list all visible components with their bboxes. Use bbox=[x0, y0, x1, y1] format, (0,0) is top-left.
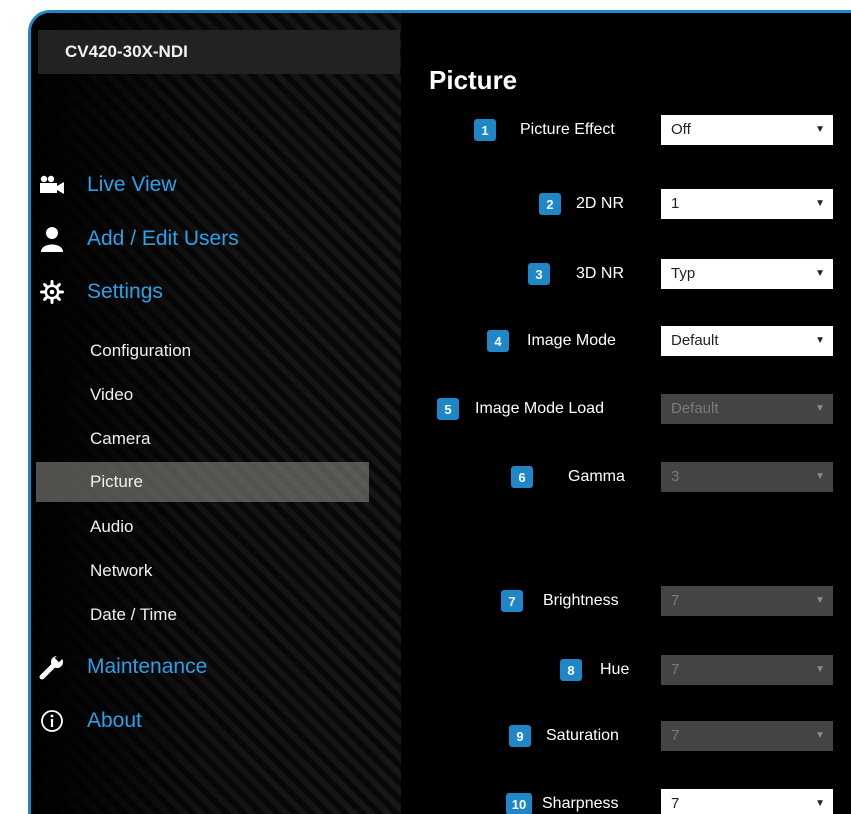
nav-sub-date-time[interactable]: Date / Time bbox=[36, 595, 369, 635]
dropdown-arrow-icon: ▼ bbox=[815, 335, 825, 346]
nav-live-view-label: Live View bbox=[87, 173, 177, 196]
info-icon bbox=[37, 707, 67, 735]
field-row-saturation: 9 Saturation 7 ▼ bbox=[401, 721, 851, 753]
nav-add-edit-users[interactable]: Add / Edit Users bbox=[31, 221, 391, 257]
field-row-brightness: 7 Brightness 7 ▼ bbox=[401, 586, 851, 618]
nav-sub-camera[interactable]: Camera bbox=[36, 419, 369, 459]
field-row-sharpness: 10 Sharpness 7 ▼ bbox=[401, 789, 851, 814]
nav-sub-picture[interactable]: Picture bbox=[36, 462, 369, 502]
field-number-badge: 4 bbox=[487, 330, 509, 352]
field-label: 2D NR bbox=[576, 195, 625, 212]
picture-effect-select[interactable]: Off ▼ bbox=[661, 115, 833, 145]
nav-sub-audio[interactable]: Audio bbox=[36, 507, 369, 547]
field-number-badge: 9 bbox=[509, 725, 531, 747]
field-label: Image Mode bbox=[527, 332, 616, 349]
field-row-image-mode: 4 Image Mode Default ▼ bbox=[401, 326, 851, 358]
field-row-picture-effect: 1 Picture Effect Off ▼ bbox=[401, 115, 851, 147]
field-row-2d-nr: 2 2D NR 1 ▼ bbox=[401, 189, 851, 221]
brightness-select[interactable]: 7 ▼ bbox=[661, 586, 833, 616]
field-label: Picture Effect bbox=[520, 121, 615, 138]
field-number-badge: 2 bbox=[539, 193, 561, 215]
select-value: 7 bbox=[671, 592, 680, 609]
field-row-image-mode-load: 5 Image Mode Load Default ▼ bbox=[401, 394, 851, 426]
nav-add-edit-users-label: Add / Edit Users bbox=[87, 227, 239, 250]
device-title: CV420-30X-NDI bbox=[38, 30, 400, 74]
video-camera-icon bbox=[37, 171, 67, 199]
field-number-badge: 5 bbox=[437, 398, 459, 420]
select-value: 7 bbox=[671, 661, 680, 678]
dropdown-arrow-icon: ▼ bbox=[815, 124, 825, 135]
page-title: Picture bbox=[429, 65, 518, 95]
nav-settings[interactable]: Settings bbox=[31, 274, 391, 310]
image-mode-load-select[interactable]: Default ▼ bbox=[661, 394, 833, 424]
nav-live-view[interactable]: Live View bbox=[31, 167, 391, 203]
field-number-badge: 6 bbox=[511, 466, 533, 488]
select-value: Default bbox=[671, 332, 719, 349]
select-value: Off bbox=[671, 121, 691, 138]
dropdown-arrow-icon: ▼ bbox=[815, 403, 825, 414]
field-label: 3D NR bbox=[576, 265, 625, 282]
select-value: 7 bbox=[671, 727, 680, 744]
field-number-badge: 3 bbox=[528, 263, 550, 285]
field-number-badge: 8 bbox=[560, 659, 582, 681]
select-value: 1 bbox=[671, 195, 680, 212]
field-label: Hue bbox=[600, 661, 630, 678]
saturation-select[interactable]: 7 ▼ bbox=[661, 721, 833, 751]
gear-icon bbox=[37, 278, 67, 306]
field-row-hue: 8 Hue 7 ▼ bbox=[401, 655, 851, 687]
nav-sub-network[interactable]: Network bbox=[36, 551, 369, 591]
sidebar: CV420-30X-NDI Live View Add / Edit Users bbox=[31, 13, 401, 814]
field-number-badge: 7 bbox=[501, 590, 523, 612]
field-label: Gamma bbox=[568, 468, 625, 485]
select-value: 7 bbox=[671, 795, 680, 812]
nav-settings-label: Settings bbox=[87, 280, 163, 303]
nav-maintenance[interactable]: Maintenance bbox=[31, 649, 391, 685]
field-label: Brightness bbox=[543, 592, 619, 609]
nav-maintenance-label: Maintenance bbox=[87, 655, 208, 678]
field-label: Saturation bbox=[546, 727, 619, 744]
nav-about-label: About bbox=[87, 709, 142, 732]
select-value: Typ bbox=[671, 265, 696, 282]
app-window: CV420-30X-NDI Live View Add / Edit Users bbox=[28, 10, 851, 814]
gamma-select[interactable]: 3 ▼ bbox=[661, 462, 833, 492]
nav-sub-video[interactable]: Video bbox=[36, 375, 369, 415]
hue-select[interactable]: 7 ▼ bbox=[661, 655, 833, 685]
field-number-badge: 1 bbox=[474, 119, 496, 141]
sharpness-select[interactable]: 7 ▼ bbox=[661, 789, 833, 814]
user-icon bbox=[37, 225, 67, 253]
nav-sub-configuration[interactable]: Configuration bbox=[36, 331, 369, 371]
field-number-badge: 10 bbox=[506, 793, 532, 814]
3d-nr-select[interactable]: Typ ▼ bbox=[661, 259, 833, 289]
dropdown-arrow-icon: ▼ bbox=[815, 595, 825, 606]
image-mode-select[interactable]: Default ▼ bbox=[661, 326, 833, 356]
dropdown-arrow-icon: ▼ bbox=[815, 730, 825, 741]
field-row-3d-nr: 3 3D NR Typ ▼ bbox=[401, 259, 851, 291]
nav-about[interactable]: About bbox=[31, 703, 391, 739]
select-value: Default bbox=[671, 400, 719, 417]
select-value: 3 bbox=[671, 468, 680, 485]
field-label: Sharpness bbox=[542, 795, 619, 812]
dropdown-arrow-icon: ▼ bbox=[815, 471, 825, 482]
main-content: Picture 1 Picture Effect Off ▼ 2 2D NR 1… bbox=[401, 13, 851, 814]
dropdown-arrow-icon: ▼ bbox=[815, 198, 825, 209]
2d-nr-select[interactable]: 1 ▼ bbox=[661, 189, 833, 219]
dropdown-arrow-icon: ▼ bbox=[815, 268, 825, 279]
dropdown-arrow-icon: ▼ bbox=[815, 798, 825, 809]
field-label: Image Mode Load bbox=[475, 400, 604, 417]
dropdown-arrow-icon: ▼ bbox=[815, 664, 825, 675]
field-row-gamma: 6 Gamma 3 ▼ bbox=[401, 462, 851, 494]
wrench-icon bbox=[37, 653, 67, 681]
